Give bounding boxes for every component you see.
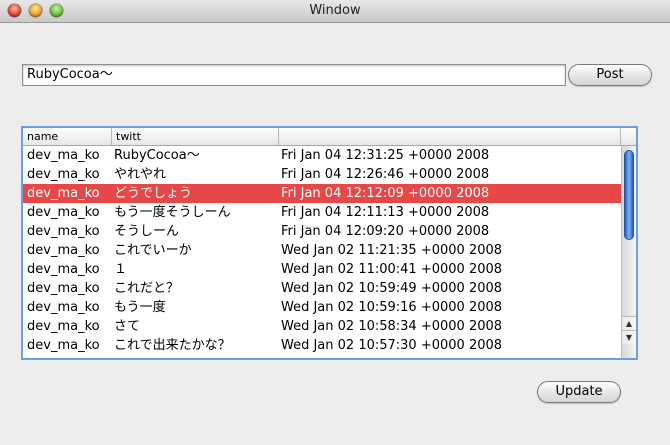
column-header-name[interactable]: name bbox=[23, 128, 112, 145]
cell-name: dev_ma_ko bbox=[27, 148, 100, 163]
cell-name: dev_ma_ko bbox=[27, 300, 100, 315]
post-button[interactable]: Post bbox=[568, 64, 652, 86]
cell-date: Fri Jan 04 12:12:09 +0000 2008 bbox=[281, 186, 490, 201]
table-row[interactable]: dev_ma_ko そうしーん Fri Jan 04 12:09:20 +0000 … bbox=[23, 222, 621, 241]
table-row[interactable]: dev_ma_ko もう一度 Wed Jan 02 10:59:16 +0000 2… bbox=[23, 298, 621, 317]
twitt-input[interactable]: RubyCocoa〜 bbox=[22, 64, 566, 86]
cell-twitt: これだと？ bbox=[114, 281, 180, 296]
table-body: dev_ma_ko RubyCocoa〜 Fri Jan 04 12:31:25 +… bbox=[23, 146, 621, 358]
cell-name: dev_ma_ko bbox=[27, 224, 100, 239]
cell-name: dev_ma_ko bbox=[27, 319, 100, 334]
cell-twitt: これで出来たかな？ bbox=[114, 338, 231, 353]
cell-twitt: RubyCocoa〜 bbox=[114, 148, 200, 163]
cell-date: Wed Jan 02 11:00:41 +0000 2008 bbox=[281, 262, 503, 277]
cell-twitt: どうでしょう bbox=[114, 186, 193, 201]
cell-date: Wed Jan 02 10:57:30 +0000 2008 bbox=[281, 338, 503, 353]
cell-twitt: やれやれ bbox=[114, 167, 167, 182]
scrollbar-thumb[interactable] bbox=[624, 150, 634, 240]
cell-date: Fri Jan 04 12:09:20 +0000 2008 bbox=[281, 224, 490, 239]
table-row[interactable]: dev_ma_ko どうでしょう Fri Jan 04 12:12:09 +0000… bbox=[23, 184, 621, 203]
table-row[interactable]: dev_ma_ko これだと？ Wed Jan 02 10:59:49 +0000 … bbox=[23, 279, 621, 298]
vertical-scrollbar[interactable]: ▲ ▼ bbox=[621, 146, 636, 358]
cell-twitt: そうしーん bbox=[114, 224, 180, 239]
table-row[interactable]: dev_ma_ko RubyCocoa〜 Fri Jan 04 12:31:25 +… bbox=[23, 146, 621, 165]
cell-name: dev_ma_ko bbox=[27, 262, 100, 277]
cell-name: dev_ma_ko bbox=[27, 281, 100, 296]
update-button[interactable]: Update bbox=[537, 381, 621, 403]
cell-name: dev_ma_ko bbox=[27, 243, 100, 258]
table-row[interactable]: dev_ma_ko これで出来たかな？ Wed Jan 02 10:57:30 +0… bbox=[23, 336, 621, 355]
cell-name: dev_ma_ko bbox=[27, 186, 100, 201]
table-row[interactable]: dev_ma_ko これでいーか Wed Jan 02 11:21:35 +0000… bbox=[23, 241, 621, 260]
table-header: name twitt bbox=[23, 128, 636, 146]
cell-date: Fri Jan 04 12:11:13 +0000 2008 bbox=[281, 205, 490, 220]
title-bar[interactable]: Window bbox=[0, 0, 670, 23]
cell-name: dev_ma_ko bbox=[27, 167, 100, 182]
cell-name: dev_ma_ko bbox=[27, 338, 100, 353]
table-row[interactable]: dev_ma_ko もう一度そうしーん Fri Jan 04 12:11:13 +0… bbox=[23, 203, 621, 222]
cell-twitt: １ bbox=[114, 262, 128, 277]
cell-date: Wed Jan 02 11:21:35 +0000 2008 bbox=[281, 243, 503, 258]
cell-twitt: これでいーか bbox=[114, 243, 192, 258]
cell-name: dev_ma_ko bbox=[27, 205, 100, 220]
cell-twitt: さて bbox=[114, 319, 141, 334]
cell-date: Wed Jan 02 10:59:49 +0000 2008 bbox=[281, 281, 503, 296]
scroll-down-arrow-icon[interactable]: ▼ bbox=[622, 330, 636, 344]
cell-date: Fri Jan 04 12:26:46 +0000 2008 bbox=[281, 167, 490, 182]
cell-twitt: もう一度そうしーん bbox=[114, 205, 231, 220]
cell-date: Wed Jan 02 10:59:16 +0000 2008 bbox=[281, 300, 503, 315]
scroll-up-arrow-icon[interactable]: ▲ bbox=[622, 316, 636, 330]
table-row[interactable]: dev_ma_ko やれやれ Fri Jan 04 12:26:46 +0000 2… bbox=[23, 165, 621, 184]
window-title: Window bbox=[309, 3, 361, 18]
twitt-table[interactable]: name twitt dev_ma_ko RubyCocoa〜 Fri Jan 04… bbox=[21, 126, 638, 360]
column-header-date[interactable] bbox=[279, 128, 621, 145]
column-header-twitt[interactable]: twitt bbox=[112, 128, 279, 145]
cell-date: Fri Jan 04 12:31:25 +0000 2008 bbox=[281, 148, 490, 163]
cell-date: Wed Jan 02 10:58:34 +0000 2008 bbox=[281, 319, 503, 334]
table-row[interactable]: dev_ma_ko さて Wed Jan 02 10:58:34 +0000 200… bbox=[23, 317, 621, 336]
table-row[interactable]: dev_ma_ko １ Wed Jan 02 11:00:41 +0000 2008 bbox=[23, 260, 621, 279]
cell-twitt: もう一度 bbox=[114, 300, 166, 315]
